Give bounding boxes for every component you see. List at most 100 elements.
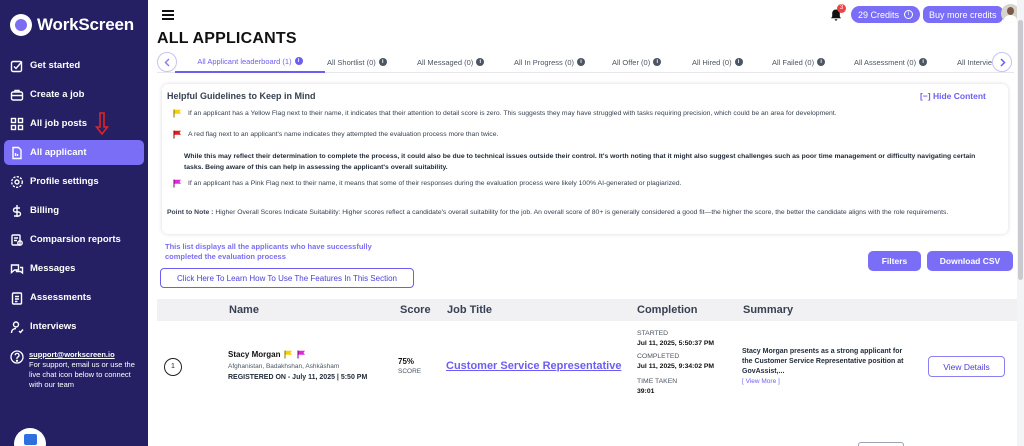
point-to-note: Point to Note : Higher Overall Scores In…: [167, 207, 1005, 218]
messages-icon: [10, 262, 24, 276]
gear-icon: [10, 175, 24, 189]
sidebar-item-all-applicant[interactable]: All applicant: [4, 140, 144, 165]
chevron-left-icon: [163, 57, 170, 67]
tabs-bar: All Applicant leaderboard (1) i All Short…: [157, 51, 1014, 73]
info-icon: i: [476, 58, 485, 66]
pink-flag-text: If an applicant has a Pink Flag next to …: [188, 180, 682, 187]
tab-label: All In Progress (0): [514, 57, 575, 67]
download-csv-button[interactable]: Download CSV: [927, 251, 1013, 271]
logo-icon: [10, 14, 32, 36]
briefcase-icon: [10, 88, 24, 102]
info-icon: i: [378, 58, 387, 66]
sidebar-item-assessments[interactable]: Assessments: [4, 285, 144, 310]
yellow-flag-icon: [173, 109, 181, 118]
tab-shortlist[interactable]: All Shortlist (0) i: [327, 51, 387, 73]
candidate-name: Stacy Morgan: [228, 350, 281, 359]
view-more-link[interactable]: [ View More ]: [742, 378, 780, 385]
sidebar-item-all-job-posts[interactable]: All job posts: [4, 111, 144, 136]
tab-label: All Messaged (0): [417, 57, 474, 67]
tab-label: All Intervie: [957, 57, 993, 67]
chat-icon: [23, 434, 37, 445]
info-icon: i: [919, 58, 928, 66]
sidebar-item-comparison-reports[interactable]: Comparsion reports: [4, 227, 144, 252]
guidelines-title: Helpful Guidelines to Keep in Mind: [167, 91, 316, 101]
scrollbar-thumb[interactable]: [1018, 20, 1023, 280]
summary-text: Stacy Morgan presents as a strong applic…: [742, 348, 904, 375]
live-chat-button[interactable]: [14, 428, 46, 446]
view-details-button[interactable]: View Details: [928, 356, 1005, 377]
sidebar-item-billing[interactable]: Billing: [4, 198, 144, 223]
tab-label: All Assessment (0): [854, 57, 917, 67]
job-title-link[interactable]: Customer Service Representative: [446, 360, 621, 372]
sidebar-item-label: Billing: [30, 205, 60, 216]
started-label: STARTED: [637, 330, 669, 337]
credits-badge[interactable]: 29 Credits i: [851, 6, 921, 23]
chevron-right-icon: [999, 57, 1006, 67]
support-email-link[interactable]: support@workscreen.io: [29, 350, 115, 359]
sidebar-nav: Get started Create a job All job posts A…: [4, 53, 144, 343]
sidebar-item-get-started[interactable]: Get started: [4, 53, 144, 78]
pink-flag-icon: [173, 179, 181, 188]
filters-button[interactable]: Filters: [868, 251, 921, 271]
sidebar-item-label: All job posts: [30, 118, 87, 129]
sidebar-item-messages[interactable]: Messages: [4, 256, 144, 281]
learn-features-button[interactable]: Click Here To Learn How To Use The Featu…: [160, 268, 414, 288]
grid-icon: [10, 117, 24, 131]
logo[interactable]: WorkScreen: [10, 12, 134, 38]
red-flag-text: A red flag next to an applicant's name i…: [188, 131, 499, 138]
credits-label: 29 Credits: [858, 9, 900, 20]
tab-hired[interactable]: All Hired (0) i: [692, 51, 743, 73]
rank-badge: 1: [164, 358, 182, 376]
hamburger-menu-icon[interactable]: [162, 10, 174, 20]
partial-element: [858, 442, 904, 446]
yellow-flag-line: If an applicant has a Yellow Flag next t…: [173, 109, 837, 118]
report-icon: [10, 233, 24, 247]
pink-flag-icon: [297, 350, 306, 359]
completed-value: Jul 11, 2025, 9:34:02 PM: [637, 363, 715, 370]
sidebar-item-interviews[interactable]: Interviews: [4, 314, 144, 339]
sidebar-item-label: Assessments: [30, 292, 92, 303]
red-flag-icon: [173, 130, 181, 139]
app-root: WorkScreen Get started Create a job All …: [0, 0, 1024, 446]
score-value: 75%: [398, 357, 415, 366]
support-text-block: support@workscreen.io For support, email…: [29, 350, 142, 390]
tab-assessment[interactable]: All Assessment (0) i: [854, 51, 928, 73]
info-icon: i: [817, 58, 826, 66]
help-circle-icon: [10, 350, 24, 364]
document-icon: [10, 146, 24, 160]
sidebar-item-label: Comparsion reports: [30, 234, 121, 245]
table-header: Name Score Job Title Completion Summary: [157, 299, 1017, 321]
support-block: support@workscreen.io For support, email…: [10, 350, 142, 390]
info-icon[interactable]: i: [904, 10, 914, 19]
tab-label: All Applicant leaderboard (1): [197, 56, 292, 66]
header-completion: Completion: [637, 304, 698, 316]
header-name: Name: [229, 304, 259, 316]
tab-label: All Offer (0): [612, 57, 651, 67]
sidebar-item-label: Profile settings: [30, 176, 99, 187]
tabs-scroll-left-button[interactable]: [157, 52, 177, 72]
candidate-name-block: Stacy Morgan: [228, 350, 306, 359]
note-label: Point to Note :: [167, 209, 214, 216]
tab-label: All Failed (0): [772, 57, 815, 67]
tab-messaged[interactable]: All Messaged (0) i: [417, 51, 485, 73]
tab-in-progress[interactable]: All In Progress (0) i: [514, 51, 586, 73]
tab-interview[interactable]: All Intervie: [957, 51, 992, 73]
page-title: ALL APPLICANTS: [157, 30, 297, 47]
info-icon: i: [577, 58, 586, 66]
candidate-registered: REGISTERED ON - July 11, 2025 | 5:50 PM: [228, 374, 368, 381]
sidebar-item-create-job[interactable]: Create a job: [4, 82, 144, 107]
pink-flag-line: If an applicant has a Pink Flag next to …: [173, 179, 681, 188]
candidate-location: Afghanistan, Badakhshan, Ashkāsham: [228, 363, 340, 370]
support-text: For support, email us or use the live ch…: [29, 360, 135, 389]
tabs-scroll-right-button[interactable]: [992, 52, 1012, 72]
tab-applicant-leaderboard[interactable]: All Applicant leaderboard (1) i: [175, 51, 325, 73]
hide-content-link[interactable]: [−] Hide Content: [920, 91, 986, 101]
buy-more-credits-button[interactable]: Buy more credits: [923, 6, 1003, 23]
sidebar-item-label: Get started: [30, 60, 81, 71]
tab-failed[interactable]: All Failed (0) i: [772, 51, 826, 73]
sidebar-item-profile-settings[interactable]: Profile settings: [4, 169, 144, 194]
red-arrow-down-icon: [95, 112, 109, 136]
user-icon: [10, 320, 24, 334]
checkbox-pencil-icon: [10, 59, 24, 73]
tab-offer[interactable]: All Offer (0) i: [612, 51, 662, 73]
